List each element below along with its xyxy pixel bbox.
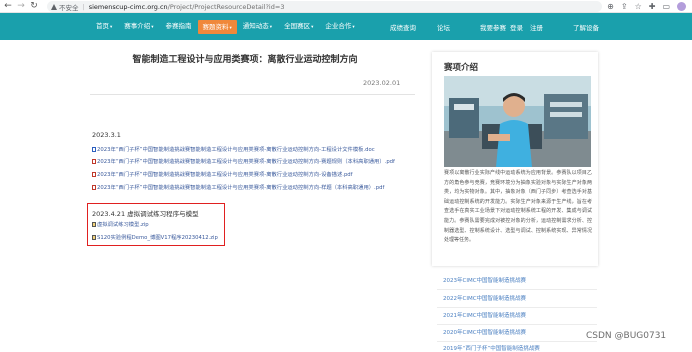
- forward-arrow-icon[interactable]: →: [16, 1, 26, 12]
- sidebar-title: 赛项介绍: [444, 63, 479, 73]
- url-path: /Project/ProjectResourceDetail?id=3: [167, 2, 285, 11]
- csdn-watermark: CSDN @BUG0731: [586, 331, 667, 341]
- competition-link-2020[interactable]: 2020年CIMC中国智能制造挑战赛: [443, 328, 526, 336]
- file-link-zip-demo[interactable]: S120实验例程Demo_博图V17程序20230412.zip: [92, 233, 218, 241]
- page-title: 智能制造工程设计与应用类赛项：离散行业运动控制方向: [132, 55, 358, 65]
- reading-list-icon[interactable]: ▭: [662, 1, 670, 12]
- pdf-file-icon: [92, 158, 96, 164]
- browser-toolbar: ← → ↻ 不安全 | siemenscup-cimc.org.cn/Proje…: [0, 0, 692, 13]
- extensions-icon[interactable]: ✚: [649, 1, 656, 12]
- competition-link-2022[interactable]: 2022年CIMC中国智能制造挑战赛: [443, 294, 526, 302]
- file-link-zip-model[interactable]: 虚拟调试练习模型.zip: [92, 220, 149, 228]
- chevron-down-icon: ▾: [311, 25, 314, 30]
- forum-link[interactable]: 论坛: [437, 13, 450, 40]
- doc-file-icon: [92, 146, 96, 152]
- login-link[interactable]: 登录: [510, 13, 523, 40]
- photo-illustration: [444, 76, 591, 167]
- file-link-pdf-rules[interactable]: 2023年“西门子杯”中国智能制造挑战赛智能制造工程设计与应用类赛项-离散行业运…: [92, 157, 395, 165]
- section-date-2: 2023.4.21 虚拟调试练习程序与模型: [92, 210, 199, 218]
- divider: [437, 341, 597, 342]
- nav-item-regions[interactable]: 全国赛区▾: [278, 13, 319, 40]
- section-date-1: 2023.3.1: [92, 131, 121, 139]
- file-link-pdf-sample[interactable]: 2023年“西门子杯”中国智能制造挑战赛智能制造工程设计与应用类赛项-离散行业运…: [92, 183, 384, 191]
- back-arrow-icon[interactable]: ←: [3, 1, 13, 12]
- profile-icon[interactable]: [677, 2, 686, 11]
- address-bar[interactable]: 不安全 | siemenscup-cimc.org.cn/Project/Pro…: [47, 1, 602, 12]
- file-link-doc[interactable]: 2023年“西门子杯”中国智能制造挑战赛智能制造工程设计与应用类赛项-离散行业运…: [92, 145, 375, 153]
- browser-actions: ⊕ ⇪ ☆ ✚ ▭: [607, 1, 686, 12]
- pdf-file-icon: [92, 171, 96, 177]
- url-host: siemenscup-cimc.org.cn: [88, 2, 168, 11]
- nav-item-home[interactable]: 首页▾: [90, 13, 118, 40]
- share-icon[interactable]: ⇪: [621, 1, 628, 12]
- student-photo: [444, 76, 591, 167]
- zoom-icon[interactable]: ⊕: [607, 1, 614, 12]
- results-link[interactable]: 成绩查询: [390, 13, 416, 40]
- nav-item-materials[interactable]: 赛题资料▾: [197, 19, 237, 34]
- security-warning[interactable]: 不安全: [51, 2, 79, 12]
- competition-link-2019[interactable]: 2019年“西门子杯”中国智能制造挑战赛: [443, 344, 540, 352]
- chevron-down-icon: ▾: [269, 25, 273, 30]
- competition-link-2023[interactable]: 2023年CIMC中国智能制造挑战赛: [443, 276, 526, 284]
- devices-link[interactable]: 了解设备: [573, 13, 599, 40]
- chevron-down-icon: ▾: [229, 25, 232, 31]
- publish-date: 2023.02.01: [363, 79, 401, 87]
- chevron-down-icon: ▾: [110, 25, 113, 30]
- warning-icon: [51, 3, 57, 10]
- reload-icon[interactable]: ↻: [29, 1, 39, 12]
- divider: [90, 94, 415, 95]
- main-menu: 首页▾ 赛事介绍▾ 参赛指南 赛题资料▾ 通知动态▾ 全国赛区▾ 企业合作▾: [90, 13, 361, 40]
- nav-item-guide[interactable]: 参赛指南: [160, 13, 198, 40]
- competition-link-2021[interactable]: 2021年CIMC中国智能制造挑战赛: [443, 311, 526, 319]
- pdf-file-icon: [92, 184, 96, 190]
- divider: [437, 324, 597, 325]
- divider: [437, 289, 597, 290]
- chevron-down-icon: ▾: [352, 25, 355, 30]
- zip-file-icon: [92, 221, 96, 227]
- file-link-pdf-devices[interactable]: 2023年“西门子杯”中国智能制造挑战赛智能制造工程设计与应用类赛项-离散行业运…: [92, 170, 353, 178]
- chevron-down-icon: ▾: [151, 25, 154, 30]
- security-label: 不安全: [59, 3, 79, 12]
- signup-link[interactable]: 我要参赛: [480, 13, 506, 40]
- nav-item-intro[interactable]: 赛事介绍▾: [118, 13, 159, 40]
- register-link[interactable]: 注册: [530, 13, 543, 40]
- divider: [437, 307, 597, 308]
- bookmark-star-icon[interactable]: ☆: [635, 1, 642, 12]
- nav-item-news[interactable]: 通知动态▾: [237, 13, 278, 40]
- sidebar-description: 赛项以离散行业实际产线中运动系统为应用背景。参赛队以项目乙方的角色参与竞赛，竞赛…: [444, 170, 592, 244]
- nav-item-partners[interactable]: 企业合作▾: [319, 13, 360, 40]
- site-nav-bar: 首页▾ 赛事介绍▾ 参赛指南 赛题资料▾ 通知动态▾ 全国赛区▾ 企业合作▾ 成…: [0, 13, 692, 40]
- zip-file-icon: [92, 234, 96, 240]
